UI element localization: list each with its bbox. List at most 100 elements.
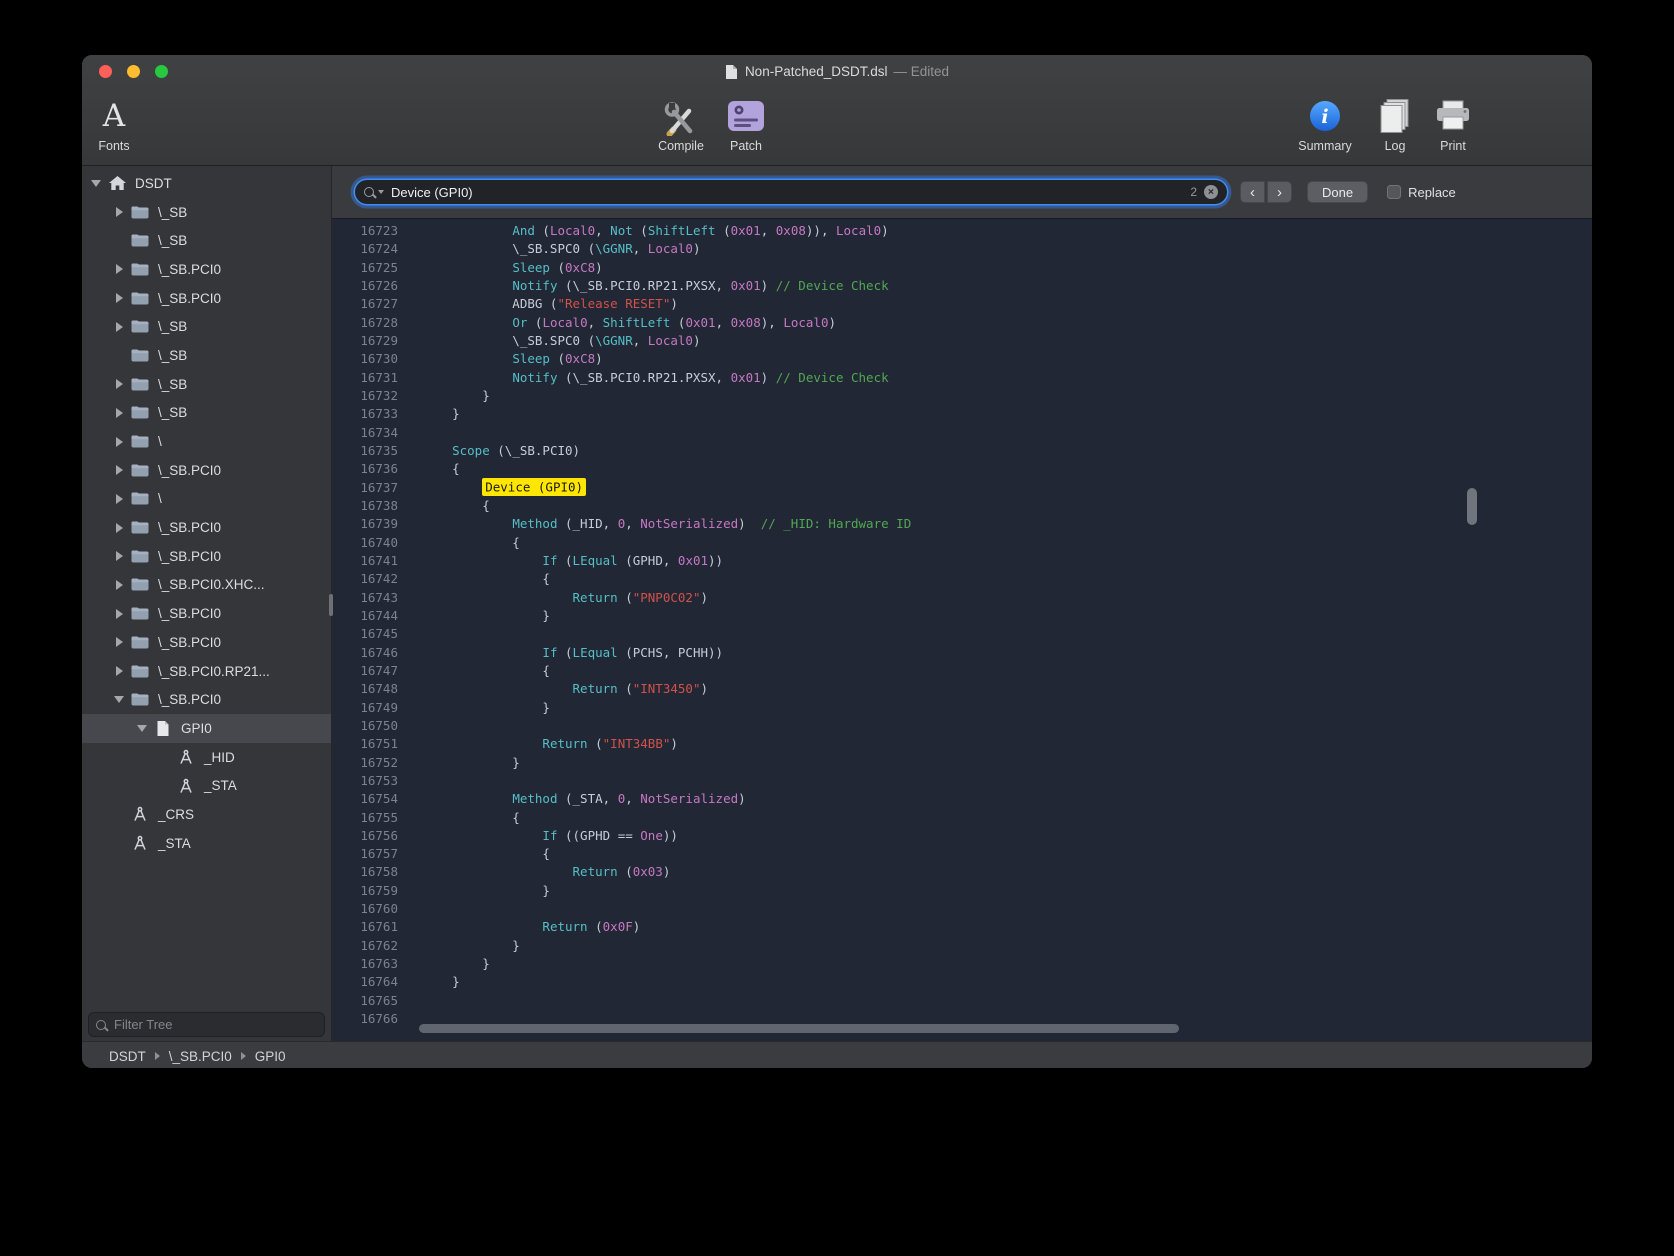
filter-tree-field[interactable] — [88, 1012, 325, 1037]
tree-item[interactable]: \_SB — [82, 399, 331, 428]
disclosure-closed-icon[interactable] — [111, 609, 127, 619]
tree-item[interactable]: DSDT — [82, 169, 331, 198]
tree-item-label: _STA — [204, 778, 237, 793]
code-line: 16762 } — [332, 937, 1592, 955]
tree-item-label: \_SB.PCI0.XHC... — [158, 577, 265, 592]
line-number: 16752 — [332, 754, 398, 772]
fonts-label: Fonts — [98, 139, 129, 153]
tree-item[interactable]: \_SB.PCI0.RP21... — [82, 657, 331, 686]
tree-item[interactable]: \_SB.PCI0 — [82, 513, 331, 542]
tree-item[interactable]: \_SB.PCI0 — [82, 685, 331, 714]
app-window: Non-Patched_DSDT.dsl — Edited A Fonts — [82, 55, 1592, 1068]
find-next-button[interactable]: › — [1267, 181, 1292, 203]
code-line: 16759 } — [332, 882, 1592, 900]
disclosure-closed-icon[interactable] — [111, 523, 127, 533]
close-button[interactable] — [99, 65, 112, 78]
patch-button[interactable]: Patch — [711, 95, 781, 153]
tree-item[interactable]: \_SB.PCI0 — [82, 542, 331, 571]
line-number: 16731 — [332, 369, 398, 387]
split-handle[interactable] — [329, 594, 333, 616]
line-number: 16745 — [332, 625, 398, 643]
disclosure-closed-icon[interactable] — [111, 264, 127, 274]
tree-item-label: GPI0 — [181, 721, 212, 736]
code-editor[interactable]: 16723 And (Local0, Not (ShiftLeft (0x01,… — [332, 219, 1592, 1041]
tree-item[interactable]: \_SB — [82, 341, 331, 370]
zoom-button[interactable] — [155, 65, 168, 78]
tree-item[interactable]: \_SB.PCI0 — [82, 599, 331, 628]
tree-item-label: \_SB.PCI0 — [158, 262, 221, 277]
clear-search-icon[interactable]: × — [1204, 185, 1218, 199]
print-button[interactable]: Print — [1418, 95, 1488, 153]
horizontal-scrollbar-thumb[interactable] — [419, 1024, 1179, 1033]
tree-item-label: \ — [158, 491, 162, 506]
tree-item[interactable]: \ — [82, 427, 331, 456]
titlebar[interactable]: Non-Patched_DSDT.dsl — Edited — [82, 55, 1592, 88]
code-line: 16755 { — [332, 809, 1592, 827]
minimize-button[interactable] — [127, 65, 140, 78]
disclosure-closed-icon[interactable] — [111, 551, 127, 561]
breadcrumb-item[interactable]: \_SB.PCI0 — [169, 1049, 232, 1064]
line-number: 16743 — [332, 589, 398, 607]
replace-toggle[interactable]: Replace — [1387, 185, 1456, 200]
tree-item-label: \_SB — [158, 319, 187, 334]
disclosure-closed-icon[interactable] — [111, 494, 127, 504]
code-line: 16729 \_SB.SPC0 (\GGNR, Local0) — [332, 332, 1592, 350]
fonts-button[interactable]: A Fonts — [82, 95, 146, 153]
match-count: 2 — [1190, 185, 1197, 199]
find-previous-button[interactable]: ‹ — [1240, 181, 1265, 203]
tree-item[interactable]: \_SB — [82, 312, 331, 341]
title-text: Non-Patched_DSDT.dsl — [745, 64, 888, 79]
tree-item[interactable]: \_SB.PCI0 — [82, 456, 331, 485]
tree-item-label: \_SB.PCI0 — [158, 291, 221, 306]
line-number: 16764 — [332, 973, 398, 991]
breadcrumb-item[interactable]: GPI0 — [255, 1049, 286, 1064]
filter-tree-input[interactable] — [112, 1016, 317, 1033]
tree-item[interactable]: _STA — [82, 829, 331, 858]
tree-item[interactable]: \_SB.PCI0 — [82, 628, 331, 657]
tree-item[interactable]: \_SB — [82, 198, 331, 227]
folder-icon — [129, 205, 151, 220]
disclosure-closed-icon[interactable] — [111, 408, 127, 418]
tree-item-label: \_SB — [158, 405, 187, 420]
disclosure-closed-icon[interactable] — [111, 637, 127, 647]
breadcrumb-item[interactable]: DSDT — [109, 1049, 146, 1064]
tree-item[interactable]: _STA — [82, 771, 331, 800]
disclosure-closed-icon[interactable] — [111, 379, 127, 389]
tree-item[interactable]: \ — [82, 485, 331, 514]
tree-item[interactable]: _CRS — [82, 800, 331, 829]
tree-item[interactable]: \_SB — [82, 370, 331, 399]
tree-item[interactable]: _HID — [82, 743, 331, 772]
tree-item[interactable]: \_SB.PCI0 — [82, 255, 331, 284]
code-line: 16727 ADBG ("Release RESET") — [332, 295, 1592, 313]
disclosure-closed-icon[interactable] — [111, 465, 127, 475]
disclosure-closed-icon[interactable] — [111, 322, 127, 332]
code-line: 16761 Return (0x0F) — [332, 918, 1592, 936]
disclosure-open-icon[interactable] — [88, 180, 104, 187]
folder-icon — [129, 377, 151, 392]
done-button[interactable]: Done — [1307, 181, 1368, 203]
folder-icon — [129, 491, 151, 506]
disclosure-open-icon[interactable] — [111, 696, 127, 703]
disclosure-closed-icon[interactable] — [111, 666, 127, 676]
compile-button[interactable]: Compile — [646, 95, 716, 153]
disclosure-closed-icon[interactable] — [111, 437, 127, 447]
code-line: 16741 If (LEqual (GPHD, 0x01)) — [332, 552, 1592, 570]
folder-icon — [129, 348, 151, 363]
tree-item[interactable]: \_SB.PCI0.XHC... — [82, 571, 331, 600]
line-number: 16757 — [332, 845, 398, 863]
summary-button[interactable]: i Summary — [1290, 95, 1360, 153]
tree-item[interactable]: \_SB — [82, 226, 331, 255]
replace-checkbox[interactable] — [1387, 185, 1401, 199]
disclosure-closed-icon[interactable] — [111, 293, 127, 303]
tree-item[interactable]: \_SB.PCI0 — [82, 284, 331, 313]
disclosure-open-icon[interactable] — [134, 725, 150, 732]
tree-item-label: \_SB.PCI0.RP21... — [158, 664, 270, 679]
search-field[interactable]: Device (GPI0) 2 × — [355, 180, 1227, 204]
tree-item-label: \_SB.PCI0 — [158, 549, 221, 564]
search-query[interactable]: Device (GPI0) — [391, 185, 1183, 200]
tree-item[interactable]: GPI0 — [82, 714, 331, 743]
replace-label: Replace — [1408, 185, 1456, 200]
disclosure-closed-icon[interactable] — [111, 580, 127, 590]
vertical-scrollbar-thumb[interactable] — [1467, 488, 1477, 525]
disclosure-closed-icon[interactable] — [111, 207, 127, 217]
